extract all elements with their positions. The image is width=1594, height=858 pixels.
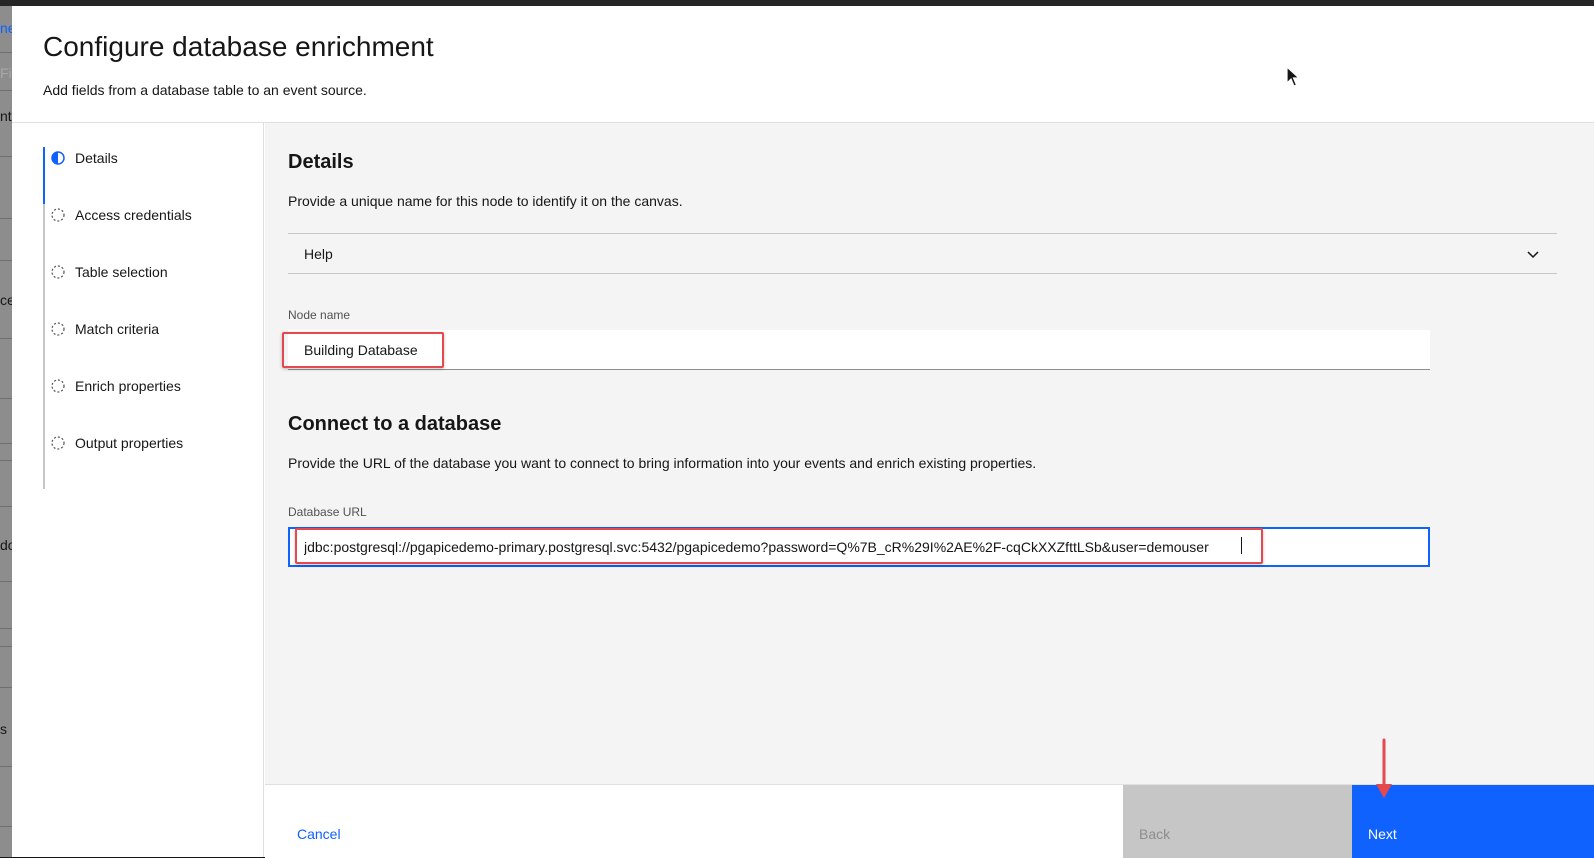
connect-description: Provide the URL of the database you want… <box>288 455 1037 471</box>
node-name-input[interactable] <box>288 330 1430 370</box>
dashed-circle-icon <box>51 379 65 393</box>
step-enrich-properties[interactable]: Enrich properties <box>50 375 181 397</box>
background-fragment: ne <box>0 20 12 36</box>
step-label: Details <box>75 150 118 166</box>
background-fragment: ce <box>0 292 12 308</box>
modal-subtitle: Add fields from a database table to an e… <box>43 82 367 98</box>
chevron-down-icon <box>1527 250 1539 258</box>
connect-heading: Connect to a database <box>288 413 502 435</box>
background-page-strip: ne Fi nts ce do s <box>0 6 12 857</box>
cancel-button[interactable]: Cancel <box>265 785 1123 858</box>
help-accordion-label: Help <box>304 245 333 262</box>
form-content: Details Provide a unique name for this n… <box>265 123 1594 784</box>
step-table-selection[interactable]: Table selection <box>50 261 168 283</box>
step-label: Match criteria <box>75 321 160 337</box>
half-filled-circle-icon <box>51 151 65 165</box>
modal-header: Configure database enrichment Add fields… <box>12 6 1594 123</box>
database-url-input[interactable] <box>288 527 1430 567</box>
dashed-circle-icon <box>51 208 65 222</box>
help-accordion[interactable]: Help <box>288 233 1557 274</box>
step-label: Table selection <box>75 264 168 280</box>
step-label: Output properties <box>75 435 184 451</box>
modal-title: Configure database enrichment <box>43 31 434 62</box>
background-fragment: Fi <box>0 65 12 81</box>
node-name-label: Node name <box>288 308 351 322</box>
step-details[interactable]: Details <box>50 147 118 169</box>
progress-steps: Details Access credentials Table selecti… <box>12 123 264 857</box>
dashed-circle-icon <box>51 322 65 336</box>
enrichment-modal: Configure database enrichment Add fields… <box>12 6 1594 858</box>
step-output-properties[interactable]: Output properties <box>50 432 183 454</box>
back-button[interactable]: Back <box>1123 785 1352 858</box>
background-fragment: s <box>0 721 7 737</box>
mouse-pointer-icon <box>1286 66 1300 87</box>
background-fragment: do <box>0 537 12 553</box>
database-url-label: Database URL <box>288 505 367 519</box>
step-label: Enrich properties <box>75 378 181 394</box>
dashed-circle-icon <box>51 436 65 450</box>
background-fragment: nts <box>0 108 12 124</box>
step-access-credentials[interactable]: Access credentials <box>50 204 192 226</box>
dashed-circle-icon <box>51 265 65 279</box>
progress-track <box>43 147 45 489</box>
progress-active-indicator <box>43 147 45 204</box>
text-caret <box>1241 537 1242 554</box>
annotation-arrow-icon <box>1376 738 1392 798</box>
step-label: Access credentials <box>75 207 192 223</box>
details-heading: Details <box>288 151 354 173</box>
details-description: Provide a unique name for this node to i… <box>288 193 683 209</box>
step-match-criteria[interactable]: Match criteria <box>50 318 159 340</box>
